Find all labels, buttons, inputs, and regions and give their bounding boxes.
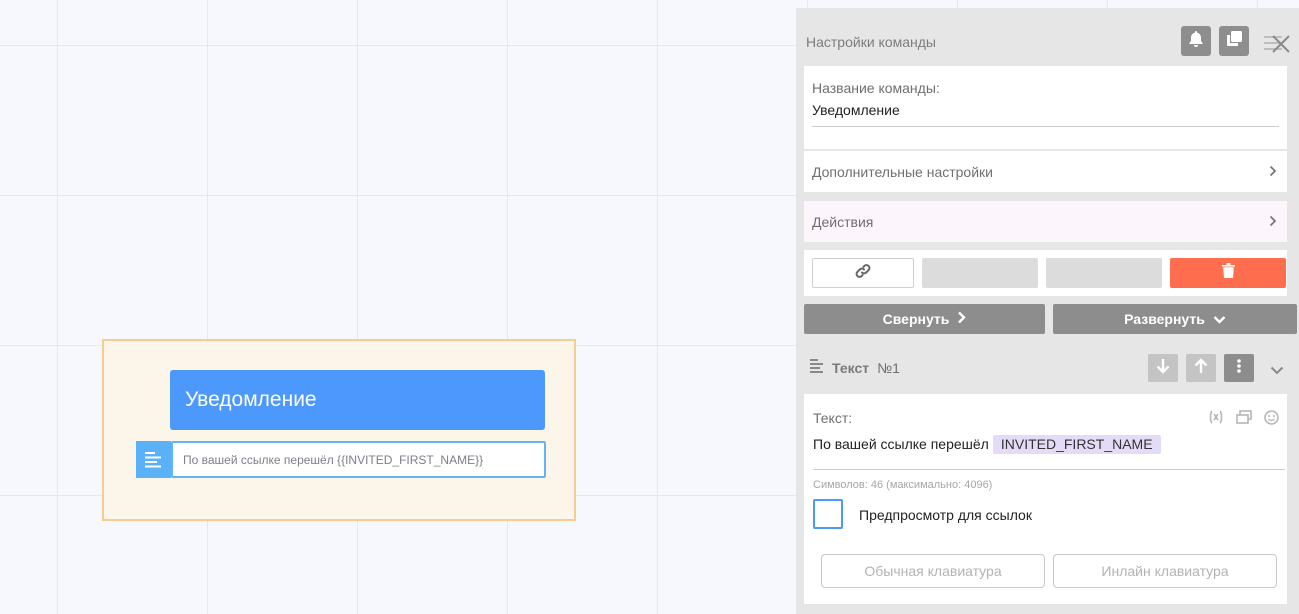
node-text-preview[interactable]: По вашей ссылке перешёл {{INVITED_FIRST_… — [171, 441, 546, 478]
close-icon[interactable] — [1270, 33, 1292, 55]
command-name-card: Название команды: Уведомление — [804, 66, 1287, 149]
trash-icon — [1221, 263, 1235, 283]
move-down-button[interactable] — [1148, 354, 1178, 382]
text-content: По вашей ссылке перешёл — [813, 436, 989, 452]
expand-label: Развернуть — [1124, 311, 1205, 327]
chevron-down-icon — [1213, 311, 1226, 327]
duplicate-button[interactable] — [1219, 26, 1249, 56]
command-settings-panel: Настройки команды Название команды: Увед… — [796, 8, 1299, 614]
char-counter: Символов: 46 (максимально: 4096) — [813, 479, 993, 491]
copy-icon — [1226, 31, 1242, 51]
text-toolbar — [1208, 410, 1279, 430]
normal-keyboard-label: Обычная клавиатура — [864, 563, 1002, 579]
inline-keyboard-label: Инлайн клавиатура — [1101, 563, 1229, 579]
actions-label: Действия — [812, 213, 874, 230]
arrow-down-icon — [1156, 358, 1170, 379]
chevron-right-icon — [1269, 214, 1277, 230]
link-preview-checkbox[interactable] — [813, 499, 843, 529]
chevron-right-icon — [1269, 164, 1277, 180]
collapse-button[interactable]: Свернуть — [804, 304, 1045, 334]
section-number: №1 — [877, 359, 900, 376]
windows-icon[interactable] — [1236, 410, 1252, 430]
variable-chip[interactable]: INVITED_FIRST_NAME — [992, 435, 1161, 454]
link-icon — [855, 263, 871, 284]
delete-button[interactable] — [1170, 258, 1286, 288]
vertical-dots-icon — [1237, 358, 1241, 378]
additional-settings-row[interactable]: Дополнительные настройки — [804, 151, 1287, 192]
collapse-label: Свернуть — [882, 311, 950, 327]
actions-row[interactable]: Действия — [804, 201, 1287, 242]
tool-button-1[interactable] — [922, 258, 1038, 288]
panel-title: Настройки команды — [806, 34, 936, 50]
emoji-icon[interactable] — [1264, 410, 1279, 430]
node-text-block[interactable]: По вашей ссылке перешёл {{INVITED_FIRST_… — [136, 441, 546, 478]
additional-settings-label: Дополнительные настройки — [812, 163, 993, 180]
text-section-header: Текст №1 — [810, 359, 900, 376]
tool-button-2[interactable] — [1046, 258, 1162, 288]
link-preview-label: Предпросмотр для ссылок — [859, 507, 1032, 523]
normal-keyboard-button[interactable]: Обычная клавиатура — [821, 554, 1045, 588]
node-tools-row — [804, 250, 1287, 296]
chevron-right-icon — [957, 311, 967, 327]
bell-icon — [1189, 30, 1203, 52]
node-group-frame[interactable] — [102, 339, 576, 521]
text-align-icon — [810, 359, 824, 376]
section-title: Текст — [832, 359, 870, 376]
move-up-button[interactable] — [1186, 354, 1216, 382]
command-name-input[interactable]: Уведомление — [812, 102, 1279, 127]
link-button[interactable] — [812, 258, 914, 288]
text-label: Текст: — [813, 410, 853, 426]
chevron-down-icon[interactable] — [1270, 362, 1284, 380]
expand-button[interactable]: Развернуть — [1053, 304, 1297, 334]
text-block-card: Текст: По вашей ссылке перешёл INVITED_F… — [804, 394, 1287, 604]
arrow-up-icon — [1194, 357, 1208, 379]
notification-button[interactable] — [1181, 26, 1211, 56]
text-input[interactable]: По вашей ссылке перешёл INVITED_FIRST_NA… — [813, 435, 1285, 470]
inline-keyboard-button[interactable]: Инлайн клавиатура — [1053, 554, 1277, 588]
node-title[interactable]: Уведомление — [170, 370, 545, 430]
variable-icon[interactable] — [1208, 410, 1224, 430]
node-title-label: Уведомление — [185, 388, 317, 411]
text-align-icon — [136, 441, 171, 478]
more-options-button[interactable] — [1224, 354, 1254, 382]
command-name-label: Название команды: — [812, 80, 940, 96]
